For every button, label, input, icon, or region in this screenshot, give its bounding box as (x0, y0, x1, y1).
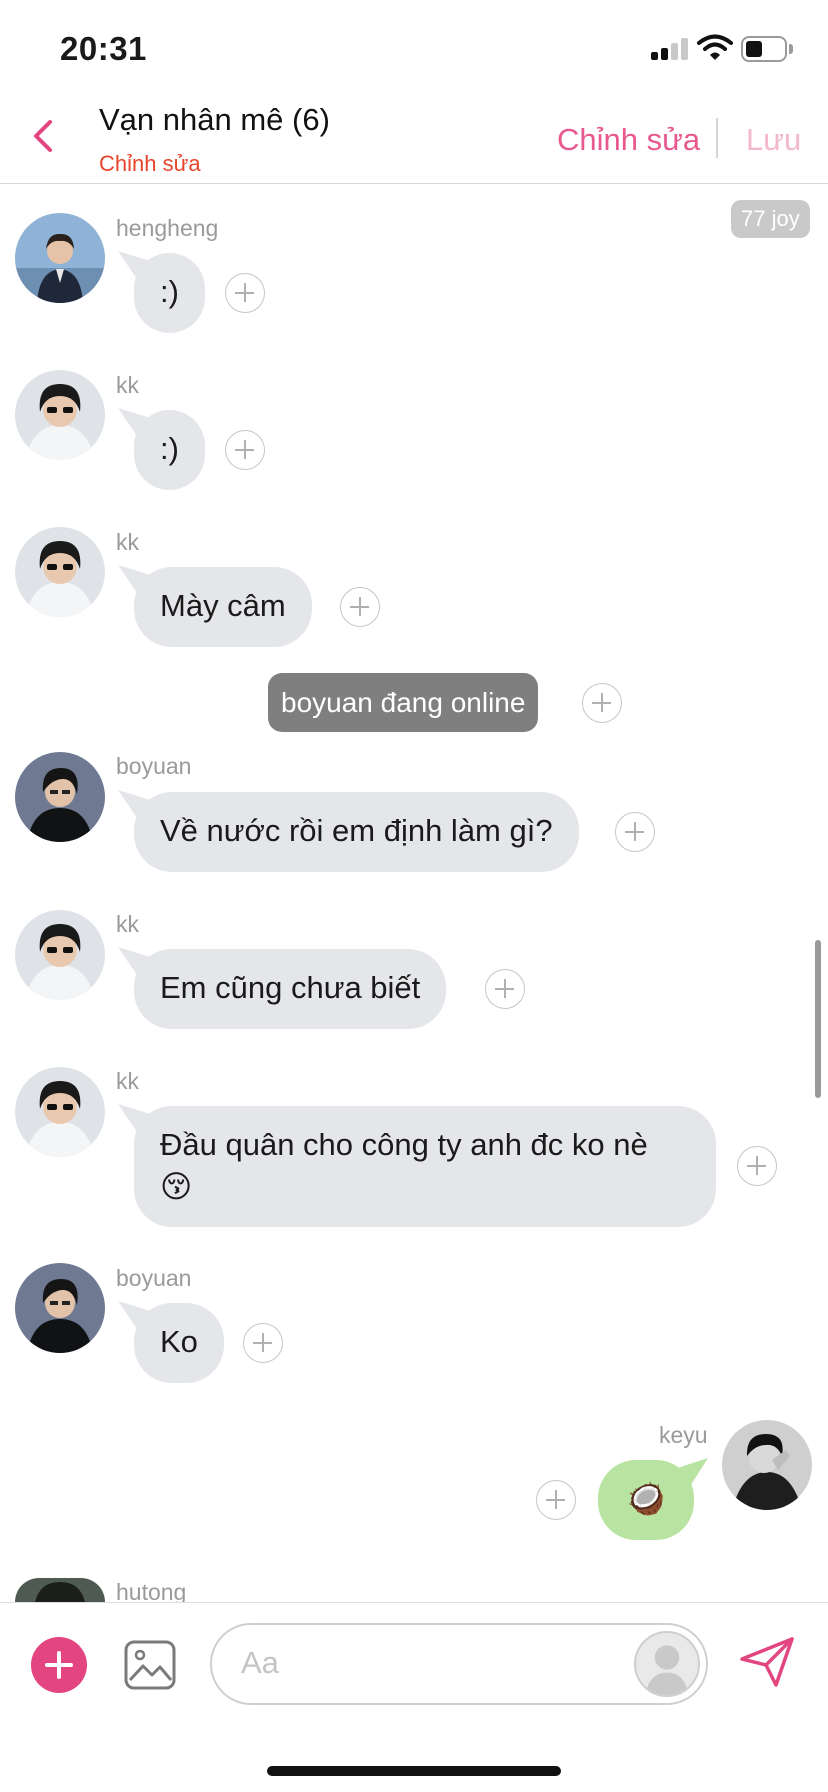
scrollbar[interactable] (815, 940, 821, 1098)
add-reaction-icon[interactable] (485, 969, 525, 1009)
battery-icon (741, 36, 793, 62)
online-status-notice: boyuan đang online (268, 673, 539, 732)
cellular-signal-icon (651, 38, 691, 60)
avatar-kk[interactable] (15, 370, 105, 460)
chat-header: Vạn nhân mê (6) Chỉnh sửa Chỉnh sửa Lưu (0, 96, 828, 184)
message-bubble[interactable]: :) (134, 253, 205, 333)
add-reaction-icon[interactable] (536, 1480, 576, 1520)
save-button[interactable]: Lưu (746, 122, 801, 158)
send-icon[interactable] (738, 1635, 796, 1689)
message-bubble[interactable]: Ko (134, 1303, 224, 1383)
avatar-kk[interactable] (15, 1067, 105, 1157)
compose-bar: Aa (0, 1602, 828, 1792)
edit-button[interactable]: Chỉnh sửa (557, 122, 700, 158)
add-reaction-icon[interactable] (615, 812, 655, 852)
add-attachment-button[interactable] (31, 1637, 87, 1693)
chat-subtitle-edit[interactable]: Chỉnh sửa (99, 151, 201, 177)
status-bar: 20:31 (0, 0, 828, 96)
home-indicator (267, 1766, 561, 1776)
avatar-kk[interactable] (15, 527, 105, 617)
sender-name: boyuan (116, 753, 192, 779)
add-reaction-icon[interactable] (225, 273, 265, 313)
image-picker-icon[interactable] (124, 1640, 176, 1690)
message-bubble[interactable]: :) (134, 410, 205, 490)
add-reaction-icon[interactable] (340, 587, 380, 627)
message-bubble[interactable]: Về nước rồi em định làm gì? (134, 792, 579, 872)
sender-name: kk (116, 529, 139, 555)
avatar-boyuan[interactable] (15, 1263, 105, 1353)
message-bubble[interactable]: Em cũng chưa biết (134, 949, 447, 1029)
avatar-boyuan[interactable] (15, 752, 105, 842)
avatar-hengheng[interactable] (15, 213, 105, 303)
message-emoji: 😚 (160, 1169, 193, 1204)
sender-name: kk (116, 1068, 139, 1094)
chat-title: Vạn nhân mê (6) (99, 102, 330, 137)
sender-name: kk (116, 372, 139, 398)
sender-name: boyuan (116, 1265, 192, 1291)
message-input-placeholder: Aa (241, 1645, 279, 1680)
sender-name: kk (116, 911, 139, 937)
add-reaction-icon[interactable] (243, 1323, 283, 1363)
add-reaction-icon[interactable] (737, 1146, 777, 1186)
back-arrow-icon[interactable] (26, 114, 62, 158)
add-reaction-icon[interactable] (582, 683, 622, 723)
add-reaction-icon[interactable] (225, 430, 265, 470)
message-bubble[interactable]: 🥥 (598, 1460, 694, 1540)
message-input[interactable]: Aa (210, 1623, 708, 1705)
avatar-keyu[interactable] (722, 1420, 812, 1510)
avatar-kk[interactable] (15, 910, 105, 1000)
message-bubble[interactable]: Đầu quân cho công ty anh đc ko nè 😚 (134, 1106, 716, 1227)
wifi-icon (697, 34, 733, 60)
sender-name: hengheng (116, 215, 219, 241)
sender-avatar-toggle[interactable] (634, 1631, 700, 1697)
sender-name: keyu (659, 1422, 708, 1448)
header-divider (716, 118, 718, 158)
message-bubble[interactable]: Mày câm (134, 567, 312, 647)
joy-badge: 77 joy (731, 200, 810, 238)
status-time: 20:31 (60, 30, 147, 67)
avatar-hutong[interactable] (15, 1578, 105, 1602)
message-text: Đầu quân cho công ty anh đc ko nè (160, 1127, 648, 1162)
